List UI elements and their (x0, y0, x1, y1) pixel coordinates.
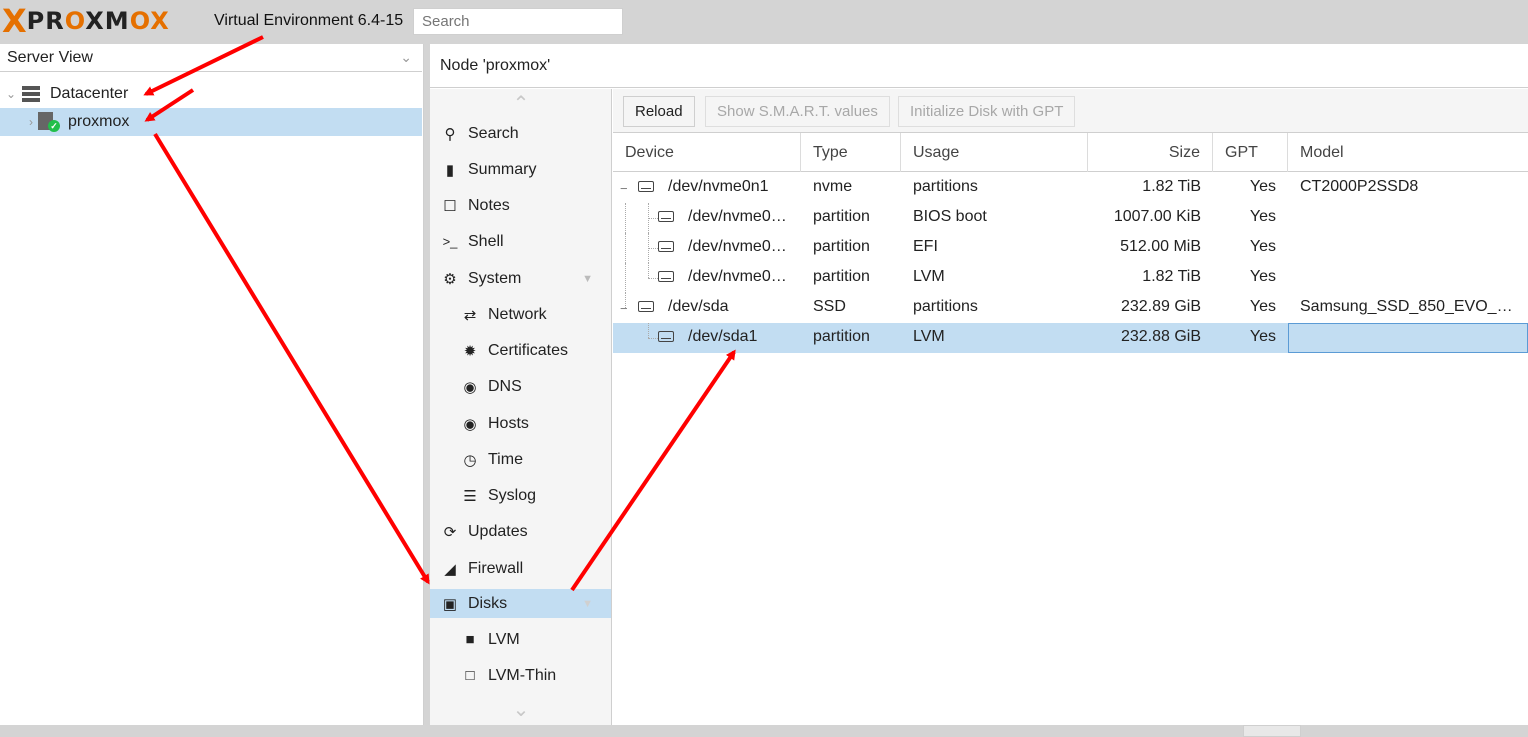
tree-item-proxmox[interactable]: › ✓ proxmox (0, 108, 422, 136)
reload-button[interactable]: Reload (623, 96, 695, 127)
clock-icon: ◷ (463, 451, 477, 469)
table-row[interactable]: − /dev/nvme0n1 nvme partitions 1.82 TiB … (613, 173, 1528, 203)
column-device[interactable]: Device (613, 133, 801, 172)
nav-item-certificates[interactable]: ✹ Certificates (430, 336, 611, 365)
show-smart-button[interactable]: Show S.M.A.R.T. values (705, 96, 890, 127)
focused-cell[interactable] (1288, 323, 1528, 353)
table-row-selected[interactable]: /dev/sda1 partition LVM 232.88 GiB Yes (613, 323, 1528, 353)
collapse-icon[interactable]: ▼ (582, 273, 593, 285)
table-row[interactable]: /dev/nvme0n… partition EFI 512.00 MiB Ye… (613, 233, 1528, 263)
datacenter-icon (22, 86, 40, 102)
nav-item-shell[interactable]: >_ Shell (430, 227, 611, 256)
node-online-icon: ✓ (38, 112, 60, 132)
hdd-icon (638, 301, 654, 312)
book-icon: ▮ (445, 161, 455, 179)
list-icon: ☰ (463, 487, 477, 505)
search-icon: ⚲ (444, 125, 456, 143)
nav-item-time[interactable]: ◷ Time (430, 445, 611, 474)
nav-item-system[interactable]: ⚙ System ▼ (430, 264, 611, 293)
column-model[interactable]: Model (1288, 133, 1528, 172)
expand-icon[interactable]: › (24, 115, 38, 129)
top-header: X PROXMOX Virtual Environment 6.4-15 (0, 0, 1528, 44)
nav-item-lvm[interactable]: ■ LVM (430, 625, 611, 654)
certificate-icon: ✹ (463, 342, 477, 360)
scroll-down-icon[interactable]: ⌄ (430, 697, 612, 723)
nav-item-disks[interactable]: ▣ Disks ▼ (430, 589, 611, 618)
refresh-icon: ⟳ (443, 523, 457, 541)
exchange-icon: ⇄ (463, 306, 477, 324)
hdd-icon (658, 271, 674, 282)
nav-item-search[interactable]: ⚲ Search (430, 119, 611, 148)
grid-header: Device Type Usage Size GPT Model (613, 133, 1528, 172)
collapse-icon[interactable]: ⌄ (4, 87, 18, 101)
nav-item-hosts[interactable]: ◉ Hosts (430, 409, 611, 438)
hdd-icon (658, 241, 674, 252)
column-usage[interactable]: Usage (901, 133, 1088, 172)
shield-icon: ◢ (444, 560, 456, 578)
view-selector[interactable]: Server View ⌄ (0, 44, 422, 72)
initialize-gpt-button[interactable]: Initialize Disk with GPT (898, 96, 1076, 127)
column-gpt[interactable]: GPT (1213, 133, 1288, 172)
globe-icon: ◉ (463, 378, 477, 396)
table-row[interactable]: − /dev/sda SSD partitions 232.89 GiB Yes… (613, 293, 1528, 323)
log-panel-toggle[interactable] (1243, 725, 1301, 737)
nav-item-updates[interactable]: ⟳ Updates (430, 517, 611, 546)
node-nav-menu: ⌃ ⚲ Search ▮ Summary ☐ Notes >_ Shell ⚙ Syste… (430, 89, 612, 725)
nav-item-lvm-thin[interactable]: □ LVM-Thin (430, 661, 611, 690)
resource-tree-panel: Server View ⌄ ⌄ Datacenter › ✓ proxmox (0, 44, 424, 725)
disks-grid: Device Type Usage Size GPT Model − /dev/… (613, 133, 1528, 725)
gears-icon: ⚙ (443, 270, 457, 288)
note-icon: ☐ (443, 197, 457, 215)
content-panel: Node 'proxmox' ⌃ ⚲ Search ▮ Summary ☐ Notes… (430, 44, 1528, 725)
square-icon: ■ (465, 631, 475, 648)
nav-item-syslog[interactable]: ☰ Syslog (430, 481, 611, 510)
bottom-log-panel (0, 725, 1528, 737)
nav-item-network[interactable]: ⇄ Network (430, 300, 611, 329)
nav-item-dns[interactable]: ◉ DNS (430, 372, 611, 401)
version-label: Virtual Environment 6.4-15 (214, 12, 404, 29)
page-title: Node 'proxmox' (430, 44, 1528, 88)
table-row[interactable]: /dev/nvme0n… partition LVM 1.82 TiB Yes (613, 263, 1528, 293)
terminal-icon: >_ (442, 234, 458, 249)
proxmox-logo[interactable]: X PROXMOX (2, 2, 170, 40)
logo-x-mark: X (2, 2, 27, 40)
global-search-input[interactable] (413, 8, 623, 35)
hdd-icon (658, 331, 674, 342)
tree-item-datacenter[interactable]: ⌄ Datacenter (0, 80, 422, 108)
chevron-down-icon[interactable]: ⌄ (400, 49, 412, 66)
hdd-icon (638, 181, 654, 192)
hdd-icon (658, 211, 674, 222)
nav-item-firewall[interactable]: ◢ Firewall (430, 554, 611, 583)
nav-item-summary[interactable]: ▮ Summary (430, 155, 611, 184)
hdd-icon: ▣ (442, 595, 458, 613)
scroll-up-icon[interactable]: ⌃ (430, 91, 612, 117)
collapse-icon[interactable]: ▼ (582, 598, 593, 610)
square-outline-icon: □ (465, 667, 475, 684)
globe-icon: ◉ (463, 415, 477, 433)
nav-item-notes[interactable]: ☐ Notes (430, 191, 611, 220)
column-type[interactable]: Type (801, 133, 901, 172)
table-row[interactable]: /dev/nvme0n… partition BIOS boot 1007.00… (613, 203, 1528, 233)
column-size[interactable]: Size (1088, 133, 1213, 172)
disks-toolbar: Reload Show S.M.A.R.T. values Initialize… (613, 89, 1528, 133)
